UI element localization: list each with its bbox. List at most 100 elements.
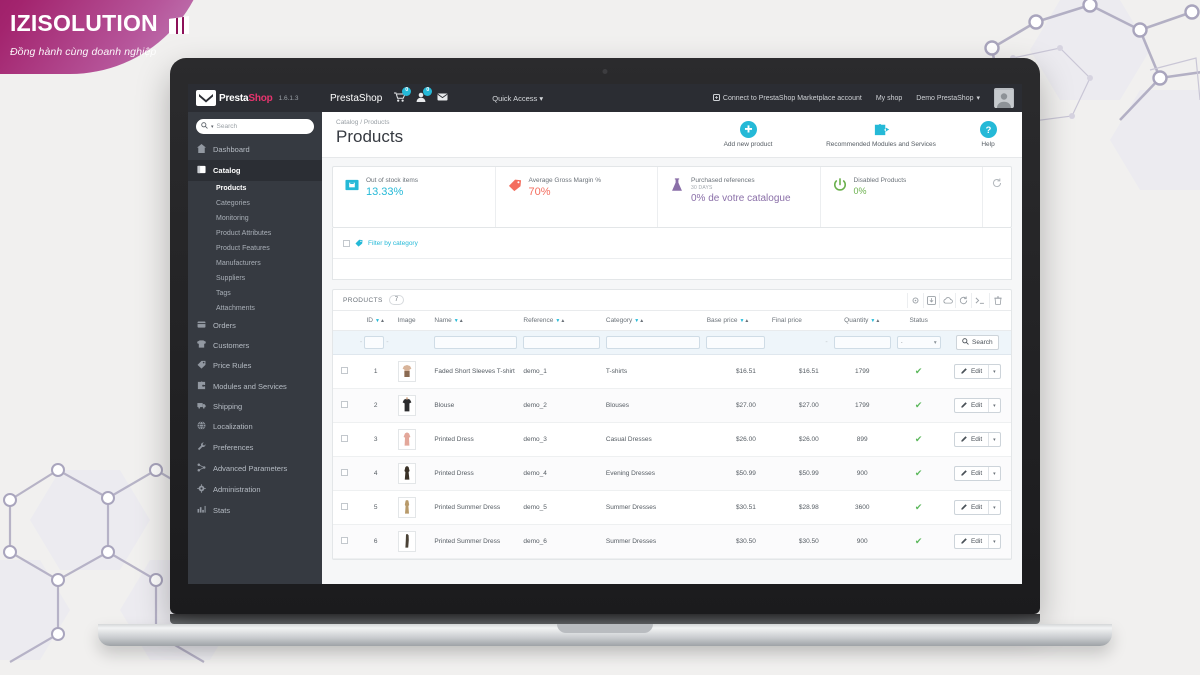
cell-status[interactable]: ✔ [893, 388, 944, 423]
quick-access-dropdown[interactable]: Quick Access ▾ [492, 94, 543, 103]
edit-button-main[interactable]: Edit [955, 399, 988, 412]
edit-button-main[interactable]: Edit [955, 467, 988, 480]
search-dropdown-caret[interactable]: ▾ [211, 124, 214, 130]
sidebar-item-preferences[interactable]: Preferences [188, 437, 322, 458]
edit-button-main[interactable]: Edit [955, 433, 988, 446]
search-button[interactable]: Search [956, 335, 999, 350]
sidebar-item-customers[interactable]: Customers [188, 335, 322, 355]
th-base-price[interactable]: Base price ▼▲ [702, 311, 768, 331]
export-icon[interactable] [923, 292, 939, 308]
edit-button-main[interactable]: Edit [955, 501, 988, 514]
settings-icon[interactable] [907, 292, 923, 308]
sidebar-item-catalog[interactable]: Catalog [188, 160, 322, 181]
sort-asc-icon[interactable]: ▲ [459, 318, 464, 324]
add-new-product-button[interactable]: Add new product [702, 121, 794, 148]
edit-dropdown-caret[interactable]: ▾ [988, 399, 1000, 412]
table-row[interactable]: 3 Printed Dress demo_3 Casual Dresses $2… [333, 422, 1011, 457]
sort-asc-icon[interactable]: ▲ [380, 318, 385, 324]
sidebar-item-orders[interactable]: Orders [188, 316, 322, 335]
row-checkbox[interactable] [341, 469, 349, 476]
filter-id-input[interactable] [364, 336, 385, 349]
refresh-icon[interactable] [955, 292, 971, 308]
edit-button[interactable]: Edit ▾ [953, 534, 1001, 549]
sidebar-subitem-product-attributes[interactable]: Product Attributes [188, 226, 322, 241]
sidebar-item-price-rules[interactable]: Price Rules [188, 355, 322, 376]
th-name[interactable]: Name ▼▲ [431, 311, 521, 331]
sort-asc-icon[interactable]: ▲ [875, 318, 880, 324]
sort-asc-icon[interactable]: ▲ [639, 318, 644, 324]
customer-icon[interactable]: 0 [416, 86, 433, 105]
sort-asc-icon[interactable]: ▲ [744, 318, 749, 324]
th-category[interactable]: Category ▼▲ [602, 311, 703, 331]
cell-status[interactable]: ✔ [893, 456, 944, 491]
sidebar-subitem-suppliers[interactable]: Suppliers [188, 271, 322, 286]
cart-icon[interactable]: 0 [394, 86, 412, 105]
sidebar-item-localization[interactable]: Localization [188, 416, 322, 437]
row-checkbox[interactable] [341, 503, 349, 510]
recommended-modules-button[interactable]: Recommended Modules and Services [816, 121, 946, 148]
edit-button[interactable]: Edit ▾ [953, 500, 1001, 515]
row-checkbox[interactable] [341, 435, 349, 442]
sidebar-item-modules-and-services[interactable]: Modules and Services [188, 376, 322, 397]
table-row[interactable]: 5 Printed Summer Dress demo_5 Summer Dre… [333, 490, 1011, 525]
sidebar-subitem-categories[interactable]: Categories [188, 196, 322, 211]
sidebar-item-dashboard[interactable]: Dashboard [188, 139, 322, 160]
th-reference[interactable]: Reference ▼▲ [520, 311, 603, 331]
sidebar-item-stats[interactable]: Stats [188, 500, 322, 520]
filter-quantity-input[interactable] [833, 336, 891, 349]
sidebar-item-shipping[interactable]: Shipping [188, 397, 322, 416]
checkbox-icon[interactable] [343, 239, 350, 247]
edit-button[interactable]: Edit ▾ [953, 466, 1001, 481]
th-id[interactable]: ID ▼▲ [356, 311, 395, 331]
edit-dropdown-caret[interactable]: ▾ [988, 501, 1000, 514]
cell-status[interactable]: ✔ [893, 490, 944, 525]
prestashop-logo[interactable]: PrestaShop 1.6.1.3 [196, 90, 324, 106]
cell-status[interactable]: ✔ [893, 524, 944, 559]
edit-dropdown-caret[interactable]: ▾ [988, 535, 1000, 548]
edit-button[interactable]: Edit ▾ [953, 398, 1001, 413]
help-button[interactable]: ? Help [968, 121, 1008, 148]
sidebar-item-advanced-parameters[interactable]: Advanced Parameters [188, 458, 322, 479]
filter-by-category-row[interactable]: Filter by category [333, 228, 1011, 259]
marketplace-link[interactable]: Connect to PrestaShop Marketplace accoun… [712, 93, 862, 103]
row-checkbox[interactable] [341, 537, 349, 544]
table-row[interactable]: 1 Faded Short Sleeves T-shirt demo_1 T-s… [333, 354, 1011, 389]
import-icon[interactable] [939, 292, 955, 308]
kpi-disabled-products[interactable]: Disabled Products 0% [821, 167, 983, 227]
kpi-out-of-stock[interactable]: Out of stock items 13.33% [333, 167, 496, 227]
kpi-purchased-references[interactable]: Purchased references 30 DAYS 0% de votre… [658, 167, 821, 227]
edit-dropdown-caret[interactable]: ▾ [988, 433, 1000, 446]
table-row[interactable]: 4 Printed Dress demo_4 Evening Dresses $… [333, 456, 1011, 491]
sidebar-subitem-products[interactable]: Products [188, 181, 322, 196]
table-row[interactable]: 6 Printed Summer Dress demo_6 Summer Dre… [333, 524, 1011, 559]
sidebar-subitem-manufacturers[interactable]: Manufacturers [188, 256, 322, 271]
cell-status[interactable]: ✔ [893, 354, 944, 389]
edit-button-main[interactable]: Edit [955, 365, 988, 378]
cell-status[interactable]: ✔ [893, 422, 944, 457]
row-checkbox[interactable] [341, 401, 349, 408]
edit-button[interactable]: Edit ▾ [953, 364, 1001, 379]
filter-reference-input[interactable] [523, 336, 600, 349]
sidebar-item-administration[interactable]: Administration [188, 479, 322, 500]
my-shop-link[interactable]: My shop [876, 95, 902, 102]
sidebar-subitem-tags[interactable]: Tags [188, 286, 322, 301]
account-dropdown[interactable]: Demo PrestaShop ▾ [916, 94, 980, 103]
console-icon[interactable] [971, 292, 987, 308]
filter-category-input[interactable] [605, 336, 700, 349]
th-quantity[interactable]: Quantity ▼▲ [830, 311, 894, 331]
table-row[interactable]: 2 Blouse demo_2 Blouses $27.00 $27.00 17… [333, 388, 1011, 423]
row-checkbox[interactable] [341, 367, 349, 374]
kpi-gross-margin[interactable]: Average Gross Margin % 70% [496, 167, 658, 227]
filter-base-price-input[interactable] [705, 336, 765, 349]
edit-button[interactable]: Edit ▾ [953, 432, 1001, 447]
sidebar-subitem-product-features[interactable]: Product Features [188, 241, 322, 256]
edit-dropdown-caret[interactable]: ▾ [988, 467, 1000, 480]
edit-dropdown-caret[interactable]: ▾ [988, 365, 1000, 378]
mail-icon[interactable] [437, 93, 448, 104]
filter-status-select[interactable]: - ▾ [896, 336, 941, 349]
kpi-refresh-button[interactable] [983, 167, 1011, 227]
delete-icon[interactable] [989, 292, 1005, 308]
edit-button-main[interactable]: Edit [955, 535, 988, 548]
sidebar-subitem-monitoring[interactable]: Monitoring [188, 211, 322, 226]
search-input[interactable]: ▾ Search [196, 119, 314, 134]
